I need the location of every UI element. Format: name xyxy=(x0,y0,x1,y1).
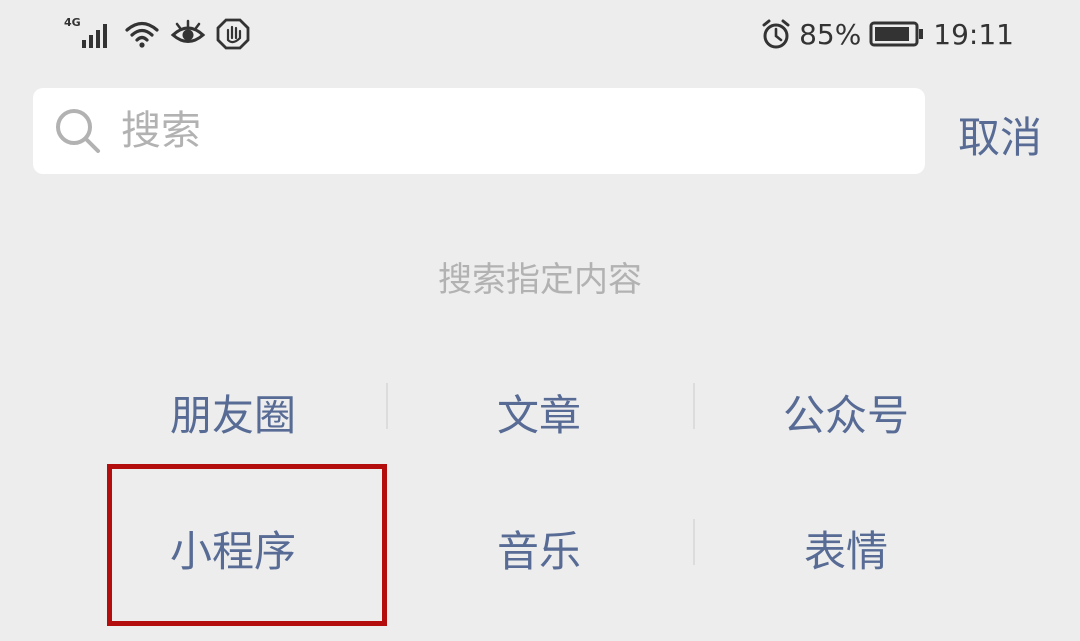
status-right: 85% 19:11 xyxy=(761,14,1014,54)
divider xyxy=(693,519,695,565)
wifi-icon xyxy=(125,21,159,48)
clock: 19:11 xyxy=(933,17,1014,51)
screen: 4G 85% 19:11 搜索 取消 搜索指定内容 朋友圈 文章 公众号 小程序… xyxy=(0,0,1080,641)
divider xyxy=(693,383,695,429)
search-input[interactable] xyxy=(121,108,881,154)
divider xyxy=(386,383,388,429)
eye-icon xyxy=(170,19,206,43)
category-articles[interactable]: 文章 xyxy=(389,382,689,443)
status-bar: 4G 85% 19:11 xyxy=(0,0,1080,70)
status-left: 4G xyxy=(64,16,250,52)
search-icon xyxy=(56,109,100,153)
battery-icon xyxy=(869,21,924,47)
battery-percent: 85% xyxy=(799,17,862,51)
network-label: 4G xyxy=(64,16,81,29)
alarm-icon xyxy=(762,19,790,49)
signal-icon: 4G xyxy=(64,16,114,50)
cancel-button[interactable]: 取消 xyxy=(958,104,1042,162)
hand-icon xyxy=(216,18,250,50)
category-stickers[interactable]: 表情 xyxy=(696,518,996,579)
search-box[interactable] xyxy=(33,88,925,174)
section-title: 搜索指定内容 xyxy=(438,260,642,300)
highlight-box xyxy=(107,464,387,626)
category-music[interactable]: 音乐 xyxy=(389,518,689,579)
category-moments[interactable]: 朋友圈 xyxy=(83,382,383,443)
category-official-accounts[interactable]: 公众号 xyxy=(696,382,996,443)
